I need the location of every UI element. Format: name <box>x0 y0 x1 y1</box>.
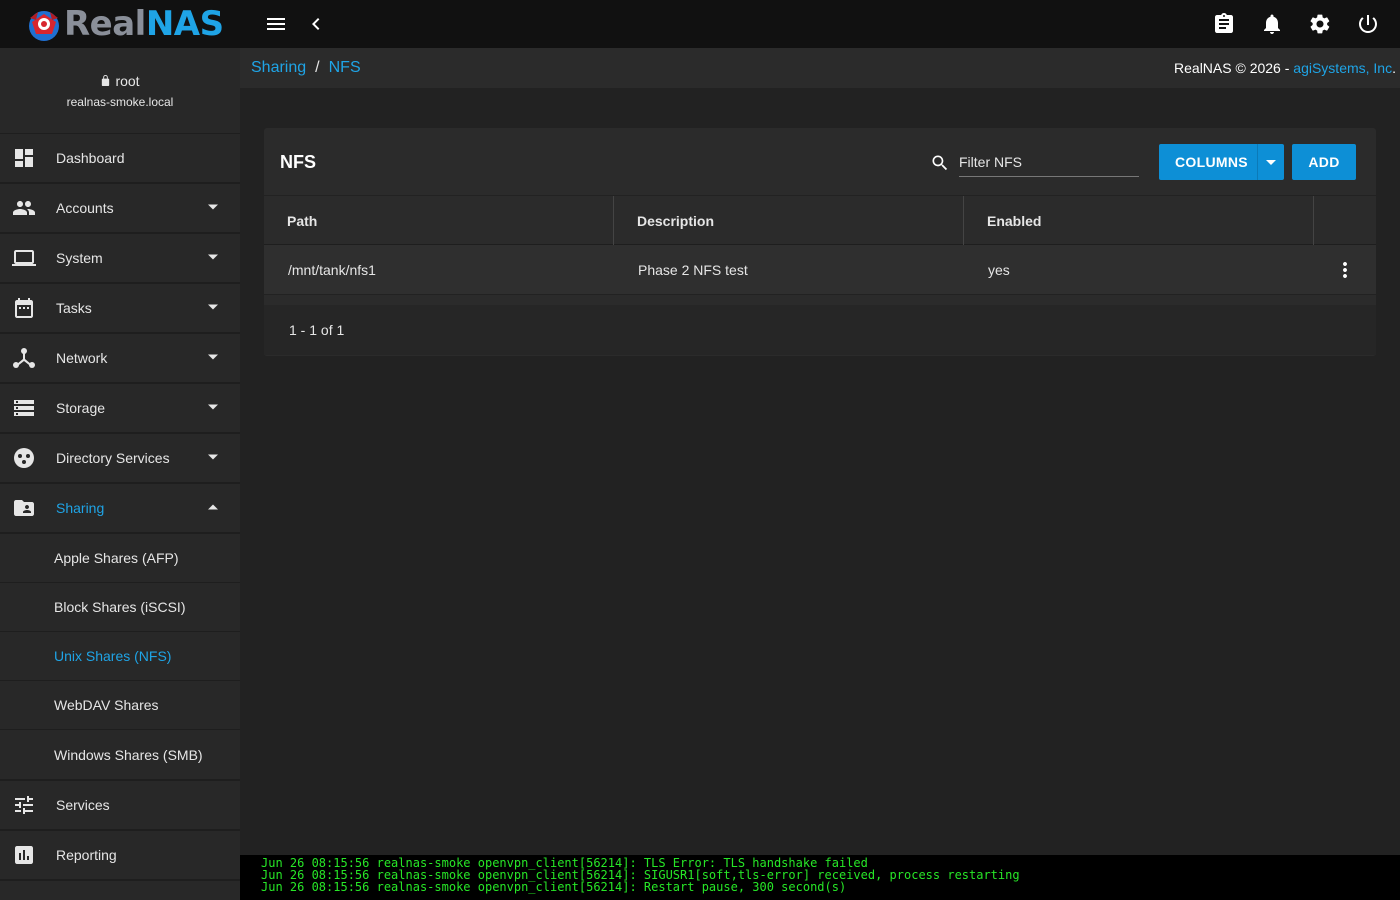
alerts-button[interactable] <box>1252 4 1292 44</box>
lock-icon <box>102 75 110 86</box>
sidebar-item-dashboard[interactable]: Dashboard <box>0 134 240 184</box>
folder-shared-icon <box>14 500 34 516</box>
row-actions-button[interactable] <box>1314 245 1376 294</box>
copyright: RealNAS © 2026 - agiSystems, Inc. <box>1174 60 1396 76</box>
directory-icon <box>14 448 34 468</box>
search-icon <box>932 155 948 171</box>
column-header-actions <box>1314 196 1376 245</box>
bell-icon <box>1264 14 1280 34</box>
network-icon <box>13 348 35 368</box>
cell-enabled: yes <box>988 261 1010 278</box>
user-name: root <box>115 72 140 89</box>
sidebar-item-accounts[interactable]: Accounts <box>0 184 240 234</box>
sidebar-subitem-afp[interactable]: Apple Shares (AFP) <box>0 534 240 583</box>
sidebar-item-directory-services[interactable]: Directory Services <box>0 434 240 484</box>
sidebar: root realnas-smoke.local Dashboard Accou… <box>0 48 240 900</box>
user-info: root realnas-smoke.local <box>0 48 240 134</box>
power-button[interactable] <box>1348 4 1388 44</box>
nfs-card: NFS COLUMNS ADD Path Description Enabled… <box>264 128 1376 356</box>
sidebar-item-storage[interactable]: Storage <box>0 384 240 434</box>
people-icon <box>13 201 35 215</box>
sidebar-subitem-nfs[interactable]: Unix Shares (NFS) <box>0 632 240 681</box>
filter-input[interactable] <box>959 148 1139 177</box>
sidebar-item-reporting[interactable]: Reporting <box>0 831 240 881</box>
caret-down-icon <box>208 404 218 410</box>
pagination: 1 - 1 of 1 <box>264 305 1376 355</box>
table-row[interactable]: /mnt/tank/nfs1 Phase 2 NFS test yes <box>264 245 1376 295</box>
top-right-actions <box>1204 4 1388 44</box>
column-header-enabled[interactable]: Enabled <box>964 196 1314 245</box>
columns-button[interactable]: COLUMNS <box>1159 144 1284 180</box>
top-bar: RealNAS <box>0 0 1400 48</box>
storage-icon <box>14 400 34 416</box>
sharing-submenu: Apple Shares (AFP) Block Shares (iSCSI) … <box>0 534 240 781</box>
cell-description: Phase 2 NFS test <box>638 261 748 278</box>
menu-icon <box>267 18 285 30</box>
clipboard-icon <box>1215 13 1233 33</box>
menu-button[interactable] <box>256 4 296 44</box>
logo-text: RealNAS <box>64 4 224 44</box>
gear-icon <box>1310 14 1330 34</box>
sidebar-item-services[interactable]: Services <box>0 781 240 831</box>
add-button[interactable]: ADD <box>1292 144 1356 180</box>
caret-down-icon <box>1266 159 1276 165</box>
sidebar-item-tasks[interactable]: Tasks <box>0 284 240 334</box>
chart-icon <box>15 846 33 864</box>
column-header-description[interactable]: Description <box>614 196 964 245</box>
sidebar-subitem-webdav[interactable]: WebDAV Shares <box>0 681 240 730</box>
caret-down-icon <box>208 454 218 460</box>
sliders-icon <box>15 796 33 814</box>
caret-down-icon <box>208 254 218 260</box>
card-header: NFS COLUMNS ADD <box>264 128 1376 196</box>
page-title: NFS <box>280 152 316 172</box>
chevron-left-icon <box>312 18 320 30</box>
sidebar-subitem-iscsi[interactable]: Block Shares (iSCSI) <box>0 583 240 632</box>
settings-button[interactable] <box>1300 4 1340 44</box>
host-name: realnas-smoke.local <box>66 94 174 109</box>
table-header: Path Description Enabled <box>264 196 1376 245</box>
sidebar-item-sharing[interactable]: Sharing <box>0 484 240 534</box>
copyright-link[interactable]: agiSystems, Inc <box>1293 60 1392 76</box>
calendar-icon <box>15 298 33 318</box>
caret-down-icon <box>208 204 218 210</box>
caret-down-icon <box>208 304 218 310</box>
console-log: Jun 26 08:15:56 realnas-smoke openvpn_cl… <box>240 855 1400 900</box>
caret-down-icon <box>208 354 218 360</box>
sidebar-item-system[interactable]: System <box>0 234 240 284</box>
logo-icon <box>29 11 59 41</box>
collapse-sidebar-button[interactable] <box>296 4 336 44</box>
cell-path: /mnt/tank/nfs1 <box>288 261 376 278</box>
breadcrumb-nfs[interactable]: NFS <box>329 59 361 77</box>
breadcrumb-separator: / <box>315 59 320 76</box>
caret-up-icon <box>208 504 218 510</box>
console-line: Jun 26 08:15:56 realnas-smoke openvpn_cl… <box>261 880 847 894</box>
laptop-icon <box>12 250 36 266</box>
column-header-path[interactable]: Path <box>264 196 614 245</box>
power-icon <box>1359 15 1377 33</box>
task-manager-button[interactable] <box>1204 4 1244 44</box>
more-vert-icon <box>1343 261 1347 278</box>
breadcrumb-sharing[interactable]: Sharing <box>251 59 306 77</box>
breadcrumb: Sharing / NFS RealNAS © 2026 - agiSystem… <box>240 48 1400 88</box>
logo[interactable]: RealNAS <box>0 0 240 48</box>
sidebar-item-network[interactable]: Network <box>0 334 240 384</box>
sidebar-subitem-smb[interactable]: Windows Shares (SMB) <box>0 730 240 779</box>
dashboard-icon <box>15 149 33 167</box>
